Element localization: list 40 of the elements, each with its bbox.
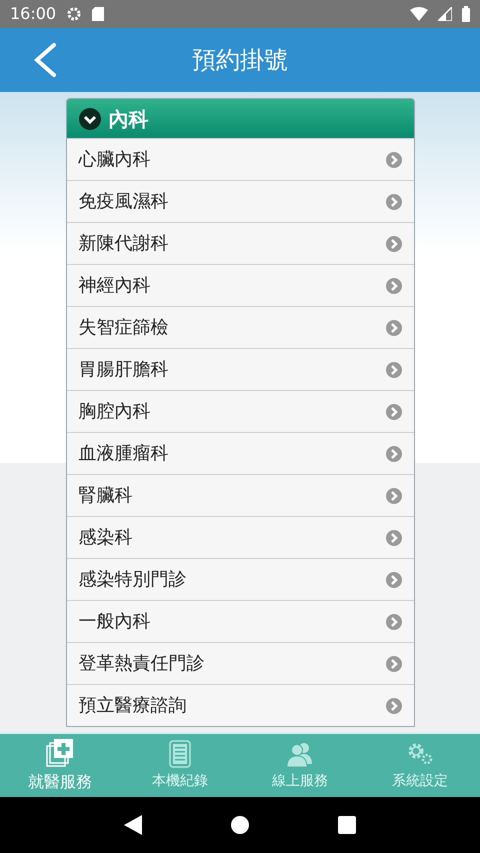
chevron-down-icon — [78, 108, 100, 130]
chevron-right-icon — [386, 404, 402, 420]
status-time: 16:00 — [10, 3, 56, 25]
department-item[interactable]: 腎臟科 — [66, 474, 414, 516]
chevron-right-icon — [386, 194, 402, 210]
sd-card-icon — [92, 7, 104, 21]
chevron-right-icon — [386, 698, 402, 714]
chevron-right-icon — [386, 656, 402, 672]
department-item[interactable]: 預立醫療諮詢 — [66, 684, 414, 726]
department-item[interactable]: 胃腸肝膽科 — [66, 348, 414, 390]
department-item[interactable]: 胸腔內科 — [66, 390, 414, 432]
chevron-right-icon — [386, 614, 402, 630]
back-icon — [32, 42, 58, 78]
department-item[interactable]: 神經內科 — [66, 264, 414, 306]
department-item[interactable]: 免疫風濕科 — [66, 180, 414, 222]
department-item[interactable]: 失智症篩檢 — [66, 306, 414, 348]
page-title: 預約掛號 — [192, 45, 288, 76]
department-item[interactable]: 感染特別門診 — [66, 558, 414, 600]
wifi-icon — [410, 7, 428, 21]
department-item[interactable]: 心臟內科 — [66, 138, 414, 180]
department-item[interactable]: 感染科 — [66, 516, 414, 558]
chevron-right-icon — [386, 152, 402, 168]
department-item[interactable]: 血液腫瘤科 — [66, 432, 414, 474]
battery-icon — [462, 6, 470, 22]
chevron-right-icon — [386, 320, 402, 336]
chevron-right-icon — [386, 530, 402, 546]
chevron-right-icon — [386, 488, 402, 504]
chevron-right-icon — [386, 278, 402, 294]
chevron-right-icon — [386, 236, 402, 252]
chevron-right-icon — [386, 572, 402, 588]
chevron-right-icon — [386, 362, 402, 378]
department-item[interactable]: 新陳代謝科 — [66, 222, 414, 264]
signal-icon — [438, 7, 452, 21]
recents-icon[interactable] — [338, 816, 356, 834]
chevron-right-icon — [386, 446, 402, 462]
department-item[interactable]: 一般內科 — [66, 600, 414, 642]
medical-cards-icon — [45, 738, 75, 768]
back-icon[interactable] — [124, 815, 142, 835]
home-icon[interactable] — [230, 816, 249, 834]
department-item[interactable]: 登革熱責任門診 — [66, 642, 414, 684]
